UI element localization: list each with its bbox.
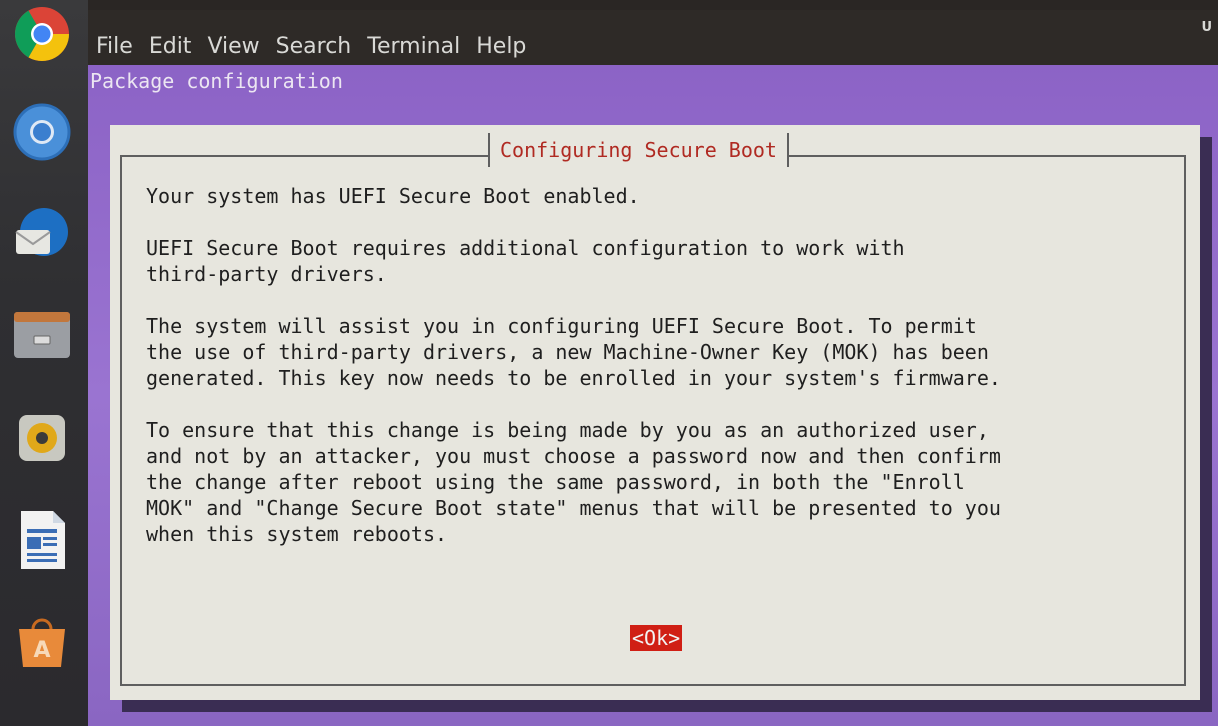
dock-item-software[interactable]: A bbox=[8, 608, 76, 676]
dialog-paragraph: The system will assist you in configurin… bbox=[146, 314, 1001, 390]
writer-icon bbox=[21, 511, 65, 569]
menu-file[interactable]: File bbox=[88, 34, 141, 59]
menu-view[interactable]: View bbox=[199, 34, 267, 59]
menu-help[interactable]: Help bbox=[468, 34, 534, 59]
menu-search[interactable]: Search bbox=[268, 34, 360, 59]
menu-edit[interactable]: Edit bbox=[141, 34, 200, 59]
svg-text:A: A bbox=[33, 638, 50, 663]
thunderbird-icon bbox=[15, 208, 68, 256]
dock-item-writer[interactable] bbox=[8, 506, 76, 574]
launcher-dock: A bbox=[0, 0, 88, 726]
desktop-screen: A File Edit View Search Terminal Help U … bbox=[0, 0, 1218, 726]
software-icon: A bbox=[19, 618, 65, 667]
dock-item-thunderbird[interactable] bbox=[8, 200, 76, 268]
menu-bar: File Edit View Search Terminal Help bbox=[88, 28, 534, 64]
files-icon bbox=[14, 312, 70, 358]
rhythmbox-icon bbox=[19, 415, 65, 461]
dock-item-chrome[interactable] bbox=[8, 0, 76, 68]
dialog-paragraph: UEFI Secure Boot requires additional con… bbox=[146, 236, 905, 286]
chromium-icon bbox=[13, 103, 71, 161]
dock-item-rhythmbox[interactable] bbox=[8, 404, 76, 472]
secure-boot-dialog: Configuring Secure Boot Your system has … bbox=[110, 125, 1200, 700]
dock-item-files[interactable] bbox=[8, 302, 76, 370]
dialog-paragraph: To ensure that this change is being made… bbox=[146, 418, 1001, 546]
dialog-paragraph: Your system has UEFI Secure Boot enabled… bbox=[146, 184, 640, 208]
terminal-content[interactable]: Package configuration Configuring Secure… bbox=[88, 65, 1218, 726]
dialog-title: Configuring Secure Boot bbox=[488, 133, 789, 167]
ok-button[interactable]: <Ok> bbox=[630, 625, 683, 651]
dialog-body: Your system has UEFI Secure Boot enabled… bbox=[146, 183, 1176, 573]
menu-terminal[interactable]: Terminal bbox=[359, 34, 468, 59]
package-configuration-header: Package configuration bbox=[90, 69, 343, 93]
dock-item-chromium[interactable] bbox=[8, 98, 76, 166]
chrome-icon bbox=[14, 7, 70, 62]
corner-mark: U bbox=[1201, 20, 1212, 35]
terminal-window: File Edit View Search Terminal Help U Pa… bbox=[88, 10, 1218, 726]
